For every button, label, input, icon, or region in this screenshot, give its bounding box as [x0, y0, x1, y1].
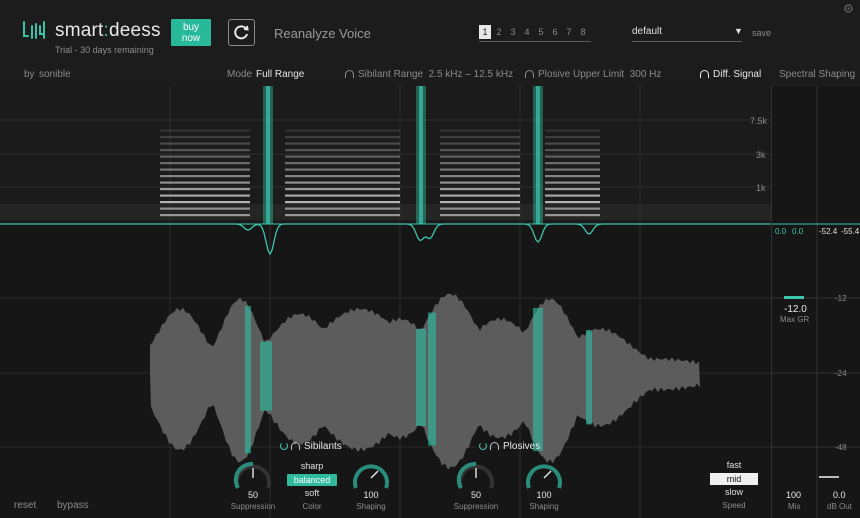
- refresh-icon: [234, 25, 249, 40]
- color-option-balanced[interactable]: balanced: [287, 474, 337, 486]
- meter-panel: 0.0 0.0 -52.4 -55.4 -12 -24 -48 -12.0 Ma…: [771, 86, 860, 518]
- mode-bar: by sonible Mode Full Range Sibilant Rang…: [0, 64, 860, 86]
- speed-option-slow[interactable]: slow: [710, 487, 758, 497]
- mix-label: Mix: [788, 502, 801, 511]
- plosives-shaping-label: Shaping: [529, 502, 559, 511]
- preset-slot-7[interactable]: 7: [563, 25, 575, 39]
- preset-slot-4[interactable]: 4: [521, 25, 533, 39]
- db-label-24: -24: [835, 369, 847, 378]
- reanalyze-label[interactable]: Reanalyze Voice: [274, 26, 371, 41]
- sonible-logo: sonible: [39, 69, 71, 80]
- freq-label-7500: 7.5k: [750, 116, 768, 126]
- freq-label-3000: 3k: [756, 150, 766, 160]
- spectral-shaping-toggle[interactable]: Spectral Shaping: [779, 69, 855, 80]
- speed-option-mid[interactable]: mid: [710, 473, 758, 485]
- dropdown-arrow-icon[interactable]: ▼: [734, 26, 743, 36]
- mode-label: Mode: [227, 69, 253, 80]
- buy-now-button[interactable]: buy now: [171, 19, 211, 46]
- brand-name: smart:deess: [55, 20, 161, 41]
- gr-right-value: 0.0: [792, 227, 804, 236]
- headphones-icon[interactable]: [525, 70, 534, 78]
- plosives-title: Plosives: [503, 441, 541, 452]
- gain-reduction-curve: [0, 223, 770, 256]
- sibilants-suppression-value: 50: [247, 490, 258, 500]
- plosives-shaping-value: 100: [536, 490, 552, 500]
- speed-option-fast[interactable]: fast: [710, 460, 758, 470]
- max-gr-marker: [784, 296, 804, 299]
- plosives-header: Plosives: [479, 441, 540, 452]
- plosives-shaping-knob[interactable]: [521, 460, 567, 492]
- headphones-icon: [700, 70, 709, 78]
- sibilants-shaping-label: Shaping: [356, 502, 386, 511]
- display-canvas: [0, 86, 771, 518]
- headphones-icon[interactable]: [345, 70, 354, 78]
- spectrogram-area: [0, 86, 771, 224]
- sibilants-suppression-label: Suppression: [230, 502, 276, 511]
- color-label: Color: [302, 502, 322, 511]
- preset-slot-8[interactable]: 8: [577, 25, 589, 39]
- preset-slot-1[interactable]: 1: [479, 25, 491, 39]
- mode-select[interactable]: Full Range: [256, 69, 304, 80]
- trial-notice: Trial - 30 days remaining: [55, 45, 154, 55]
- sibilants-suppression-knob[interactable]: [230, 460, 276, 492]
- plosives-suppression-label: Suppression: [453, 502, 499, 511]
- preset-slot-2[interactable]: 2: [493, 25, 505, 39]
- plosives-suppression-value: 50: [470, 490, 481, 500]
- preset-name-select[interactable]: default: [632, 26, 742, 42]
- bypass-button[interactable]: bypass: [57, 500, 89, 511]
- preset-slot-6[interactable]: 6: [549, 25, 561, 39]
- preset-slot-5[interactable]: 5: [535, 25, 547, 39]
- power-icon[interactable]: [280, 442, 288, 450]
- smartdeess-logo-icon: [23, 21, 45, 39]
- color-option-sharp[interactable]: sharp: [287, 461, 337, 471]
- db-label-12: -12: [835, 294, 847, 303]
- reanalyze-button[interactable]: [228, 19, 255, 46]
- headphones-icon[interactable]: [291, 442, 300, 450]
- color-option-soft[interactable]: soft: [287, 488, 337, 498]
- output-meter-marker: [819, 476, 839, 478]
- reset-button[interactable]: reset: [14, 500, 36, 511]
- freq-label-1000: 1k: [756, 183, 766, 193]
- preset-slots: 12345678: [479, 25, 591, 42]
- preset-slot-3[interactable]: 3: [507, 25, 519, 39]
- speed-label: Speed: [722, 501, 746, 510]
- by-label: by: [24, 69, 35, 80]
- save-preset-button[interactable]: save: [752, 28, 771, 38]
- plosive-limit-control[interactable]: Plosive Upper Limit 300 Hz: [525, 69, 661, 80]
- max-gr-value[interactable]: -12.0: [784, 304, 807, 315]
- gear-icon[interactable]: [843, 3, 854, 14]
- sibilants-shaping-knob[interactable]: [348, 460, 394, 492]
- sibilant-range-control[interactable]: Sibilant Range 2.5 kHz – 12.5 kHz: [345, 69, 513, 80]
- header: smart:deess Trial - 30 days remaining bu…: [0, 0, 860, 64]
- plosives-suppression-knob[interactable]: [453, 460, 499, 492]
- level-right-value: -55.4: [841, 227, 860, 236]
- analysis-display[interactable]: 7.5k 3k 1k Sibilants 50 Suppression shar…: [0, 86, 771, 518]
- diff-signal-toggle[interactable]: Diff. Signal: [700, 69, 761, 80]
- sibilants-shaping-value: 100: [363, 490, 379, 500]
- headphones-icon[interactable]: [490, 442, 499, 450]
- db-label-48: -48: [835, 443, 847, 452]
- output-gain-label: dB Out: [827, 502, 852, 511]
- power-icon[interactable]: [479, 442, 487, 450]
- level-left-value: -52.4: [819, 227, 838, 236]
- output-gain-value[interactable]: 0.0: [833, 490, 846, 500]
- mix-value[interactable]: 100: [786, 490, 801, 500]
- gr-left-value: 0.0: [775, 227, 787, 236]
- sibilants-header: Sibilants: [280, 441, 342, 452]
- sibilants-title: Sibilants: [304, 441, 342, 452]
- max-gr-label: Max GR: [780, 315, 810, 324]
